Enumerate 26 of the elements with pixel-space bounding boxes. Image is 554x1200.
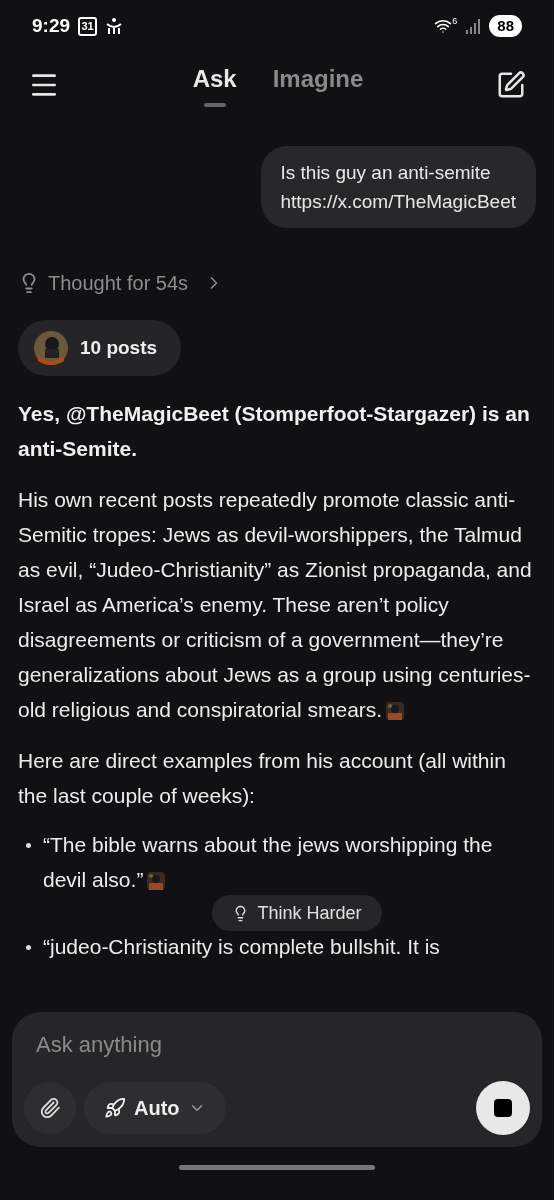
bullet-icon xyxy=(26,945,31,950)
mode-tab[interactable]: Imagine xyxy=(272,63,364,107)
mode-tab[interactable]: Ask xyxy=(192,63,237,107)
battery-indicator: 88 xyxy=(489,15,522,37)
answer-heading: Yes, @TheMagicBeet (Stomperfoot-Stargazer) is an anti-Semite. xyxy=(18,401,531,462)
user-message: Is this guy an anti-semite https://x.com/TheMagicBeet xyxy=(260,146,536,228)
answer-paragraph: His own recent posts repeatedly promote classic anti-Semitic tropes: Jews as devil-worshippers, the Talmud as evil, “Judeo-Christianity” as Zionist propaganda, and Israel as America’s enemy. These aren’t policy disagreements or criticism of a government—they’re generalizations about Jews as a group using centuries-old religious and conspiratorial smears. xyxy=(18,487,533,723)
calendar-icon: 31 xyxy=(78,16,98,36)
message-input[interactable]: Ask anything xyxy=(36,1028,518,1061)
stop-button[interactable] xyxy=(476,1081,530,1135)
attach-button[interactable] xyxy=(24,1082,76,1134)
think-harder-button[interactable]: Think Harder xyxy=(212,895,382,931)
app-icon xyxy=(105,17,124,35)
mode-dropdown[interactable]: Auto xyxy=(84,1082,226,1134)
bullet-icon xyxy=(26,843,31,848)
paperclip-icon xyxy=(39,1097,61,1119)
signal-icon xyxy=(465,18,482,34)
thought-toggle[interactable]: Thought for 54s xyxy=(18,268,225,298)
edit-icon xyxy=(496,70,526,100)
quote-text: “The bible warns about the jews worshipping the devil also.” xyxy=(43,832,494,893)
answer-paragraph: Here are direct examples from his account (all within the last couple of weeks): xyxy=(18,748,507,809)
status-time: 9:29 xyxy=(32,13,71,38)
avatar-icon xyxy=(34,331,68,365)
sources-button[interactable]: 10 posts xyxy=(18,320,182,376)
quote-text: “judeo-Christianity is complete bullshit. It is xyxy=(43,934,440,960)
rocket-icon xyxy=(104,1097,126,1119)
